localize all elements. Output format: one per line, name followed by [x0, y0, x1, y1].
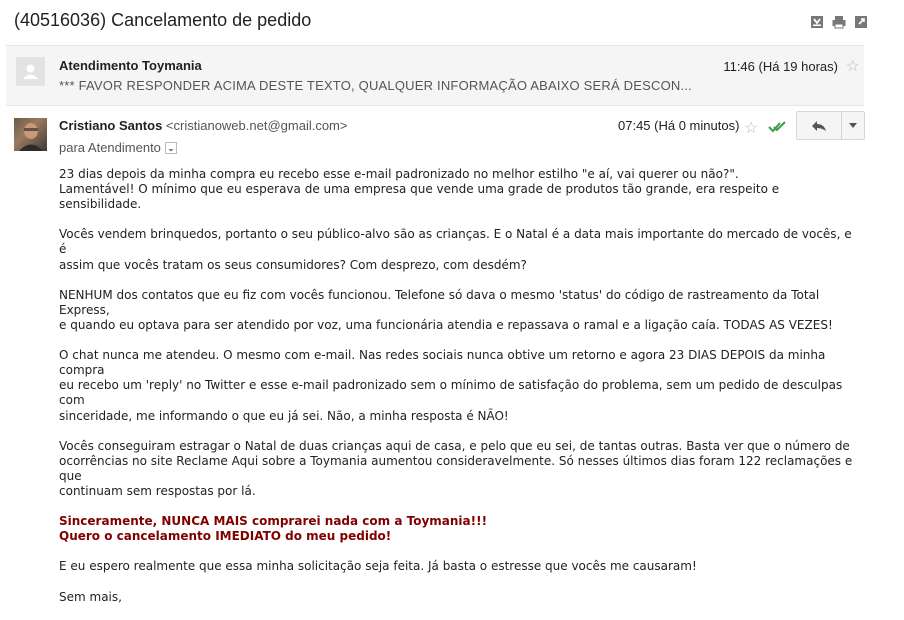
reply-button[interactable] [796, 111, 842, 140]
body-line: eu recebo um 'reply' no Twitter e esse e… [59, 378, 843, 408]
body-line: Vocês conseguiram estragar o Natal de du… [59, 438, 850, 453]
thread-toolbar [810, 15, 868, 29]
body-line: continuam sem respostas por lá. [59, 483, 256, 498]
avatar [14, 118, 47, 151]
body-line: E eu espero realmente que essa minha sol… [59, 559, 697, 574]
body-line: Sinceramente, NUNCA MAIS comprarei nada … [59, 514, 488, 529]
body-paragraph: NENHUM dos contatos que eu fiz com vocês… [59, 288, 859, 333]
message-snippet: *** FAVOR RESPONDER ACIMA DESTE TEXTO, Q… [59, 78, 692, 93]
body-paragraph: 23 dias depois da minha compra eu recebo… [59, 167, 859, 212]
body-line: Lamentável! O mínimo que eu esperava de … [59, 182, 780, 212]
message-time: 11:46 (Há 19 horas) [723, 59, 838, 74]
body-line: Vocês vendem brinquedos, portanto o seu … [59, 227, 852, 257]
show-details-icon[interactable] [164, 141, 177, 154]
more-actions-button[interactable] [842, 111, 865, 140]
body-line: sinceridade, me informando o que eu já s… [59, 408, 509, 423]
message-time: 07:45 (Há 0 minutos) [618, 118, 740, 133]
body-paragraph: Vocês conseguiram estragar o Natal de du… [59, 439, 859, 499]
reply-icon [812, 120, 826, 131]
thread-subject: (40516036) Cancelamento de pedido [14, 10, 312, 30]
body-paragraph: Vocês vendem brinquedos, portanto o seu … [59, 227, 859, 272]
body-line: e quando eu optava para ser atendido por… [59, 317, 833, 332]
body-line: 23 dias depois da minha compra eu recebo… [59, 167, 739, 181]
sender-name: Atendimento Toymania [59, 58, 202, 73]
body-paragraph: E eu espero realmente que essa minha sol… [59, 559, 859, 574]
body-line: Sem mais, [59, 589, 122, 604]
recipient-label: para Atendimento [59, 140, 161, 155]
star-icon[interactable]: ☆ [846, 56, 860, 76]
message-body: 23 dias depois da minha compra eu recebo… [59, 167, 859, 620]
recipient-line: para Atendimento [59, 140, 177, 155]
body-line: ocorrências no site Reclame Aqui sobre a… [59, 453, 853, 483]
sender-email: <cristianoweb.net@gmail.com> [165, 118, 348, 133]
star-icon[interactable]: ☆ [744, 118, 758, 138]
body-line: NENHUM dos contatos que eu fiz com vocês… [59, 287, 820, 317]
expand-all-icon[interactable] [810, 15, 824, 29]
new-window-icon[interactable] [854, 15, 868, 29]
collapsed-message[interactable]: Atendimento Toymania *** FAVOR RESPONDER… [6, 45, 864, 106]
reply-button-group [796, 111, 865, 140]
avatar [16, 57, 45, 86]
body-line: Quero o cancelamento IMEDIATO do meu ped… [59, 529, 392, 544]
print-icon[interactable] [832, 15, 846, 29]
chevron-down-icon [849, 122, 857, 128]
sender-name: Cristiano Santos [59, 118, 163, 133]
sender: Cristiano Santos <cristianoweb.net@gmail… [59, 118, 347, 133]
body-line: O chat nunca me atendeu. O mesmo com e-m… [59, 348, 826, 378]
body-paragraph: Sem mais, [59, 590, 859, 605]
read-check-icon [768, 120, 786, 138]
body-line: assim que vocês tratam os seus consumido… [59, 257, 527, 272]
body-paragraph: O chat nunca me atendeu. O mesmo com e-m… [59, 348, 859, 423]
